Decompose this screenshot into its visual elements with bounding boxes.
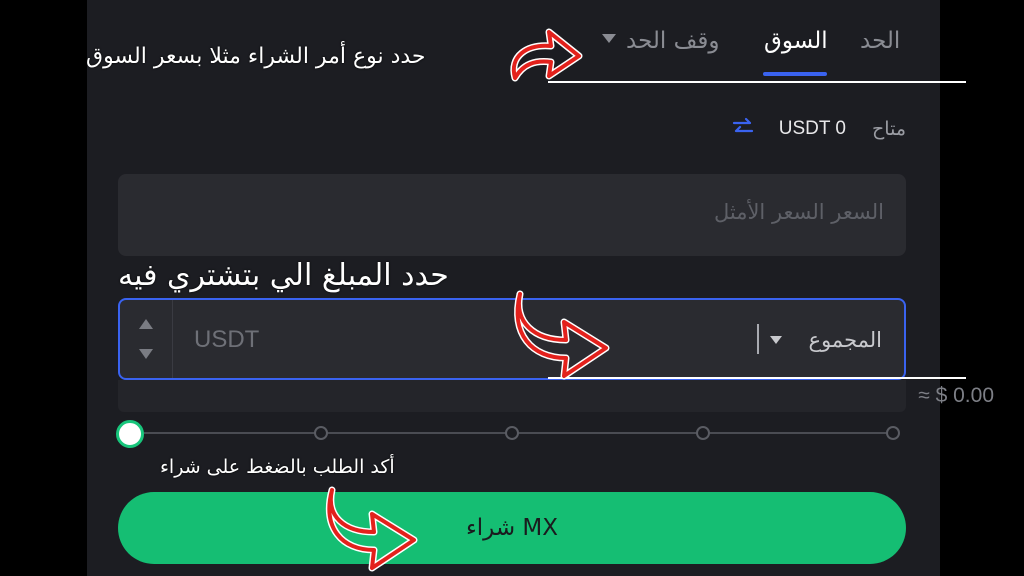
currency-unit: USDT: [194, 326, 260, 353]
transfer-icon[interactable]: [732, 116, 754, 138]
slider-step[interactable]: [886, 426, 900, 440]
annotation-confirm: أكد الطلب بالضغط على شراء: [160, 456, 395, 478]
active-tab-indicator: [763, 72, 827, 76]
slider-step[interactable]: [314, 426, 328, 440]
red-arrow-icon: [510, 28, 583, 82]
estimate-row: [118, 380, 906, 412]
annotation-line: [548, 81, 966, 83]
slider-step[interactable]: [505, 426, 519, 440]
tab-stop-limit[interactable]: وقف الحد: [626, 28, 720, 54]
red-arrow-icon: [514, 290, 610, 380]
tab-limit[interactable]: الحد: [860, 28, 900, 54]
price-placeholder: السعر السعر الأمثل: [713, 200, 884, 224]
buy-button-label: شراء MX: [465, 515, 559, 541]
tab-market[interactable]: السوق: [764, 28, 828, 54]
red-arrow-icon: [325, 486, 418, 572]
estimated-value: ≈ $ 0.00: [918, 384, 994, 407]
quantity-stepper[interactable]: [120, 300, 173, 378]
chevron-down-icon[interactable]: [138, 348, 154, 360]
slider-handle[interactable]: [116, 420, 144, 448]
available-balance: USDT 0: [778, 118, 846, 139]
buy-button[interactable]: شراء MX: [118, 492, 906, 564]
slider-step[interactable]: [696, 426, 710, 440]
chevron-up-icon[interactable]: [138, 318, 154, 330]
annotation-order-type: حدد نوع أمر الشراء مثلا بسعر السوق: [86, 44, 426, 69]
available-label: متاح: [872, 118, 906, 140]
chevron-down-icon[interactable]: [602, 34, 616, 44]
price-field: السعر السعر الأمثل: [118, 174, 906, 256]
chevron-down-icon[interactable]: [770, 336, 782, 344]
total-type-select[interactable]: المجموع: [809, 328, 882, 352]
field-separator: [757, 324, 759, 354]
annotation-amount: حدد المبلغ الي بتشتري فيه: [118, 258, 449, 293]
